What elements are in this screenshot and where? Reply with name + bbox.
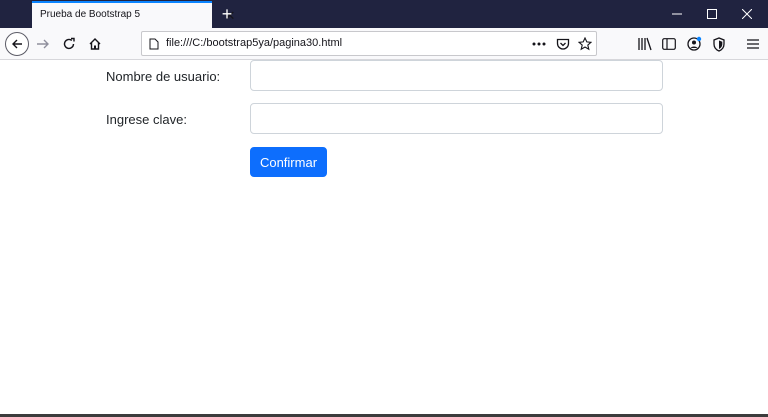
menu-icon[interactable] xyxy=(740,31,766,57)
account-icon[interactable] xyxy=(681,31,707,57)
close-window-icon[interactable] xyxy=(730,0,764,28)
page-icon[interactable] xyxy=(145,35,163,53)
sidebar-icon[interactable] xyxy=(656,31,682,57)
library-icon[interactable] xyxy=(632,31,658,57)
minimize-icon[interactable] xyxy=(660,0,694,28)
confirm-button[interactable]: Confirmar xyxy=(250,147,327,177)
username-input[interactable] xyxy=(250,60,663,91)
reload-icon[interactable] xyxy=(56,31,82,57)
bookmark-star-icon[interactable] xyxy=(576,35,594,53)
password-label: Ingrese clave: xyxy=(106,112,187,127)
url-text[interactable]: file:///C:/bootstrap5ya/pagina30.html xyxy=(166,37,342,49)
pocket-icon[interactable] xyxy=(554,35,572,53)
page-actions-icon[interactable] xyxy=(530,35,548,53)
new-tab-icon[interactable]: + xyxy=(216,3,238,25)
nav-toolbar: file:///C:/bootstrap5ya/pagina30.html xyxy=(0,28,768,60)
back-icon xyxy=(5,32,29,56)
url-bar[interactable]: file:///C:/bootstrap5ya/pagina30.html xyxy=(141,31,597,56)
shield-icon[interactable] xyxy=(706,31,732,57)
title-bar: Prueba de Bootstrap 5 ✕ + xyxy=(0,0,768,28)
username-label: Nombre de usuario: xyxy=(106,69,221,84)
maximize-icon[interactable] xyxy=(695,0,729,28)
home-icon[interactable] xyxy=(82,31,108,57)
forward-icon[interactable] xyxy=(30,31,56,57)
back-button[interactable] xyxy=(4,31,30,57)
tab-active[interactable]: Prueba de Bootstrap 5 ✕ xyxy=(32,1,235,28)
password-input[interactable] xyxy=(250,103,663,134)
tab-title: Prueba de Bootstrap 5 xyxy=(40,9,141,20)
